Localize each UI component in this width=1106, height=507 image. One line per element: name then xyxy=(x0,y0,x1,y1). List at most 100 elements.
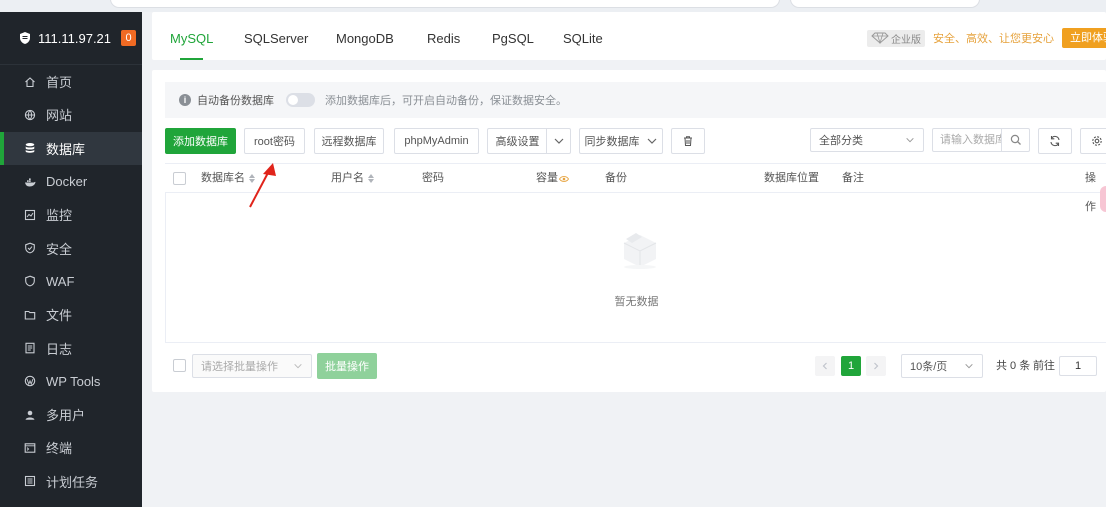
sidebar-item-label: 监控 xyxy=(46,208,73,224)
sync-database-button[interactable]: 同步数据库 xyxy=(579,128,663,154)
chevron-down-icon xyxy=(554,138,563,144)
empty-state-text: 暂无数据 xyxy=(614,296,659,308)
notification-badge[interactable]: 0 xyxy=(121,30,136,46)
server-header[interactable]: 111.11.97.21 0 xyxy=(0,12,142,65)
enterprise-badge: 企业版 xyxy=(867,29,925,47)
tab-pgsql[interactable]: PgSQL xyxy=(492,12,534,60)
sidebar-item-task[interactable]: 计划任务 xyxy=(0,465,142,498)
column-backup: 备份 xyxy=(605,172,627,184)
tab-mongodb[interactable]: MongoDB xyxy=(336,12,394,60)
column-username[interactable]: 用户名 xyxy=(331,164,374,193)
sidebar-item-docker[interactable]: Docker xyxy=(0,165,142,198)
enterprise-promo: 企业版 安全、高效、让您更安心 立即体验 xyxy=(867,28,1106,48)
page-size-select[interactable]: 10条/页 xyxy=(901,354,983,378)
select-all-checkbox[interactable] xyxy=(173,172,186,185)
page-number-current[interactable]: 1 xyxy=(841,356,861,376)
sidebar-menu: 首页网站数据库 Docker 监控安全 WAF 文件日志 WP Tools 多用户终端计划任… xyxy=(0,65,142,498)
column-remark: 备注 xyxy=(842,172,864,184)
sidebar-item-label: WAF xyxy=(46,273,75,289)
sidebar-item-monitor[interactable]: 监控 xyxy=(0,198,142,231)
column-location: 数据库位置 xyxy=(764,172,819,184)
search-database: 请输入数据库名称 xyxy=(932,128,1030,152)
chevron-left-icon xyxy=(822,362,827,370)
task-icon xyxy=(24,475,36,487)
column-capacity[interactable]: 容量 xyxy=(536,164,569,193)
wordpress-icon xyxy=(24,375,36,387)
phpmyadmin-button[interactable]: phpMyAdmin xyxy=(394,128,479,154)
sidebar-item-home[interactable]: 首页 xyxy=(0,65,142,98)
delete-button[interactable] xyxy=(671,128,705,154)
add-database-button[interactable]: 添加数据库 xyxy=(165,128,236,154)
browser-tab[interactable] xyxy=(110,0,780,8)
tab-mysql[interactable]: MySQL xyxy=(170,12,213,60)
table-body: 暂无数据 xyxy=(165,193,1106,343)
diamond-icon xyxy=(871,32,889,44)
next-page-button[interactable] xyxy=(866,356,886,376)
sidebar-item-label: WP Tools xyxy=(46,373,101,389)
footer-select-all-checkbox[interactable] xyxy=(173,359,186,372)
terminal-icon xyxy=(24,442,36,454)
page-size-value: 10条/页 xyxy=(910,361,948,373)
column-username-label: 用户名 xyxy=(331,172,364,184)
advanced-settings-button[interactable]: 高级设置 xyxy=(487,128,547,154)
prev-page-button[interactable] xyxy=(815,356,835,376)
users-icon xyxy=(24,409,36,421)
column-password: 密码 xyxy=(422,172,444,184)
refresh-icon xyxy=(1050,135,1060,147)
sidebar-item-shield[interactable]: 安全 xyxy=(0,231,142,264)
sidebar-item-database[interactable]: 数据库 xyxy=(0,131,142,166)
advanced-settings-dropdown[interactable] xyxy=(546,128,571,154)
sidebar-item-label: 文件 xyxy=(46,308,73,324)
eye-icon xyxy=(559,175,569,182)
column-database-name[interactable]: 数据库名 xyxy=(201,164,255,193)
home-icon xyxy=(24,76,36,88)
browser-tab[interactable] xyxy=(790,0,980,8)
sidebar-item-waf[interactable]: WAF xyxy=(0,265,142,298)
sidebar-item-label: 日志 xyxy=(46,341,73,357)
auto-backup-notice: i 自动备份数据库 添加数据库后，可开启自动备份，保证数据安全。 xyxy=(165,82,1106,118)
sidebar-item-users[interactable]: 多用户 xyxy=(0,398,142,431)
sidebar-item-folder[interactable]: 文件 xyxy=(0,298,142,331)
sidebar-item-globe[interactable]: 网站 xyxy=(0,98,142,131)
goto-label: 前往 xyxy=(1033,360,1055,372)
batch-action-button[interactable]: 批量操作 xyxy=(317,353,377,379)
category-select-value: 全部分类 xyxy=(819,135,863,147)
settings-button[interactable] xyxy=(1080,128,1106,154)
goto-page-input[interactable]: 1 xyxy=(1059,356,1097,376)
tab-redis[interactable]: Redis xyxy=(427,12,460,60)
column-database-name-label: 数据库名 xyxy=(201,172,245,184)
table-header: 数据库名 用户名 密码 容量 备份 数据库位置 备注 操作 xyxy=(165,163,1106,213)
tab-sqlserver[interactable]: SQLServer xyxy=(244,12,308,60)
sidebar-item-label: 网站 xyxy=(46,108,73,124)
sidebar-item-label: 数据库 xyxy=(46,141,86,157)
auto-backup-toggle[interactable] xyxy=(286,93,315,107)
sidebar-item-wordpress[interactable]: WP Tools xyxy=(0,365,142,398)
sync-database-label: 同步数据库 xyxy=(584,136,640,148)
sidebar-item-label: 计划任务 xyxy=(46,474,99,490)
sidebar: 111.11.97.21 0 首页网站数据库 Docker 监控安全 WAF 文件日志 W… xyxy=(0,12,142,507)
floating-side-widget[interactable] xyxy=(1100,186,1106,212)
remote-database-button[interactable]: 远程数据库 xyxy=(314,128,384,154)
sidebar-item-terminal[interactable]: 终端 xyxy=(0,431,142,464)
category-select[interactable]: 全部分类 xyxy=(810,128,924,152)
refresh-button[interactable] xyxy=(1038,128,1072,154)
monitor-icon xyxy=(24,209,36,221)
search-input[interactable]: 请输入数据库名称 xyxy=(933,129,1001,151)
database-icon xyxy=(24,142,36,154)
sidebar-item-log[interactable]: 日志 xyxy=(0,331,142,364)
chevron-down-icon xyxy=(965,363,973,369)
search-button[interactable] xyxy=(1001,129,1029,151)
root-password-button[interactable]: root密码 xyxy=(244,128,305,154)
sidebar-item-label: 多用户 xyxy=(46,408,86,424)
sort-icon xyxy=(249,174,255,183)
db-type-tabs: MySQL SQLServer MongoDB Redis PgSQL SQLi… xyxy=(152,12,1106,60)
batch-action-select[interactable]: 请选择批量操作 xyxy=(192,354,312,378)
sort-icon xyxy=(368,174,374,183)
batch-action-select-value: 请选择批量操作 xyxy=(201,361,278,373)
folder-icon xyxy=(24,309,36,321)
tab-sqlite[interactable]: SQLite xyxy=(563,12,603,60)
try-now-button[interactable]: 立即体验 xyxy=(1062,28,1106,48)
column-capacity-label: 容量 xyxy=(536,172,558,184)
sidebar-item-label: 终端 xyxy=(46,441,73,457)
sidebar-item-label: 首页 xyxy=(46,75,73,91)
